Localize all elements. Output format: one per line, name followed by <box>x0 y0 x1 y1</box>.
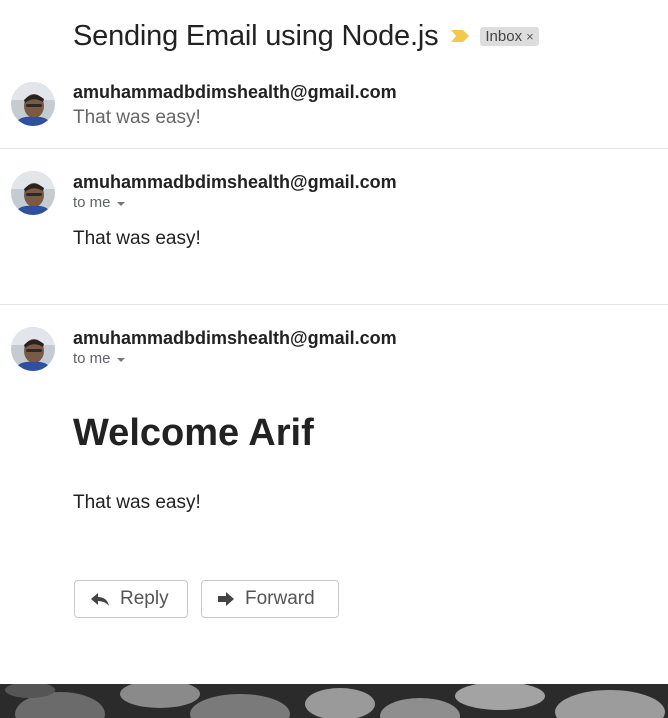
forward-button[interactable]: Forward <box>201 580 339 618</box>
remove-label-icon[interactable]: × <box>526 29 534 44</box>
avatar <box>11 82 55 126</box>
forward-label: Forward <box>245 588 315 609</box>
chevron-down-icon[interactable] <box>116 201 125 206</box>
forward-arrow-icon <box>218 592 234 606</box>
recipient-label: to me <box>73 194 111 211</box>
recipient-label: to me <box>73 350 111 367</box>
thread-subject: Sending Email using Node.js <box>73 19 439 52</box>
sender-email: amuhammadbdimshealth@gmail.com <box>73 328 397 348</box>
message-divider <box>0 148 668 149</box>
importance-marker-icon[interactable] <box>450 29 470 43</box>
chevron-down-icon[interactable] <box>116 357 125 362</box>
sender-email: amuhammadbdimshealth@gmail.com <box>73 172 397 192</box>
sender-email: amuhammadbdimshealth@gmail.com <box>73 82 397 102</box>
reply-label: Reply <box>120 588 169 609</box>
avatar <box>11 171 55 215</box>
inbox-label-chip[interactable]: Inbox × <box>480 26 539 46</box>
message-body: That was easy! <box>73 228 201 249</box>
reply-button[interactable]: Reply <box>74 580 188 618</box>
inbox-label-text: Inbox <box>485 27 523 45</box>
avatar <box>11 327 55 371</box>
recipient-details[interactable]: to me <box>73 194 125 211</box>
message-heading: Welcome Arif <box>73 412 314 454</box>
message-expanded: amuhammadbdimshealth@gmail.com to me Tha… <box>0 170 668 304</box>
message-body: That was easy! <box>73 492 201 513</box>
message-collapsed[interactable]: amuhammadbdimshealth@gmail.com That was … <box>0 80 668 148</box>
message-divider <box>0 304 668 305</box>
reply-arrow-icon <box>91 593 109 606</box>
recipient-details[interactable]: to me <box>73 350 125 367</box>
thread-header: Sending Email using Node.js Inbox × <box>73 14 539 58</box>
background-stones-image <box>0 684 668 718</box>
message-snippet: That was easy! <box>73 107 201 128</box>
